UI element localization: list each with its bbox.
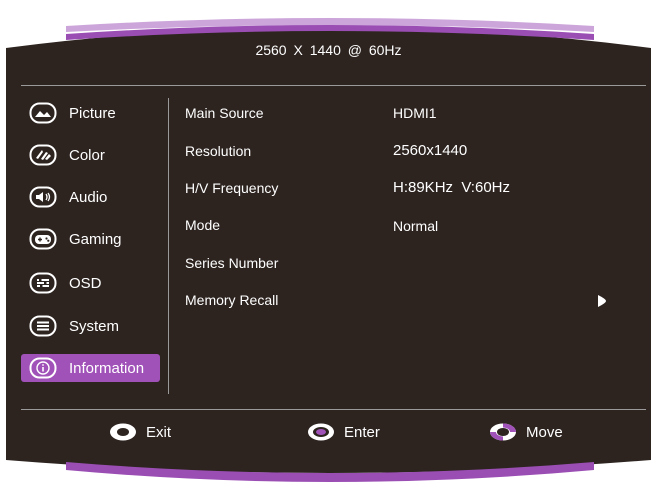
sidebar-item-color[interactable]: Color — [21, 141, 160, 169]
footer-divider — [21, 409, 646, 410]
sidebar-item-audio[interactable]: Audio — [21, 183, 160, 211]
exit-key-icon — [110, 423, 136, 441]
exit-label: Exit — [146, 423, 172, 441]
footer-exit: Exit — [108, 421, 171, 443]
sidebar-item-information[interactable]: Information — [21, 354, 160, 382]
picture-icon — [29, 102, 57, 124]
arrow-right-icon[interactable] — [596, 294, 608, 308]
sidebar-item-label: Picture — [69, 104, 116, 122]
info-value-mode: Normal — [393, 218, 439, 234]
color-icon — [29, 144, 57, 166]
memory-recall-item[interactable]: Memory Recall — [185, 292, 278, 308]
enter-key-icon — [308, 423, 334, 441]
info-label-series-number: Series Number — [185, 255, 279, 271]
sidebar-item-label: System — [69, 317, 120, 335]
info-value-resolution: 2560x1440 — [393, 142, 468, 159]
info-value-hv-frequency: H:89KHz V:60Hz — [393, 179, 510, 196]
sidebar-item-system[interactable]: System — [21, 312, 160, 340]
sidebar-item-label: Color — [69, 146, 105, 164]
sidebar-item-label: Audio — [69, 188, 108, 206]
info-value-main-source: HDMI1 — [393, 105, 437, 121]
footer-enter: Enter — [306, 421, 380, 443]
audio-icon — [29, 186, 57, 208]
information-icon — [29, 357, 57, 379]
sidebar-item-osd[interactable]: OSD — [21, 269, 160, 297]
sidebar-item-label: OSD — [69, 274, 102, 292]
osd-icon — [29, 272, 57, 294]
system-icon — [29, 315, 57, 337]
sidebar-item-label: Information — [69, 359, 145, 377]
resolution-title: 2560 X 1440 @ 60Hz — [255, 42, 402, 58]
gaming-icon — [29, 228, 57, 250]
sidebar-item-picture[interactable]: Picture — [21, 99, 160, 127]
sidebar-divider — [168, 98, 169, 394]
info-label-mode: Mode — [185, 217, 221, 233]
move-key-icon — [490, 423, 516, 441]
footer-move: Move — [488, 421, 563, 443]
sidebar-item-label: Gaming — [69, 230, 122, 248]
info-label-hv-frequency: H/V Frequency — [185, 180, 279, 196]
header-divider — [21, 85, 646, 86]
move-label: Move — [526, 423, 563, 441]
sidebar-item-gaming[interactable]: Gaming — [21, 225, 160, 253]
info-label-main-source: Main Source — [185, 105, 264, 121]
enter-label: Enter — [344, 423, 380, 441]
info-label-resolution: Resolution — [185, 143, 252, 159]
